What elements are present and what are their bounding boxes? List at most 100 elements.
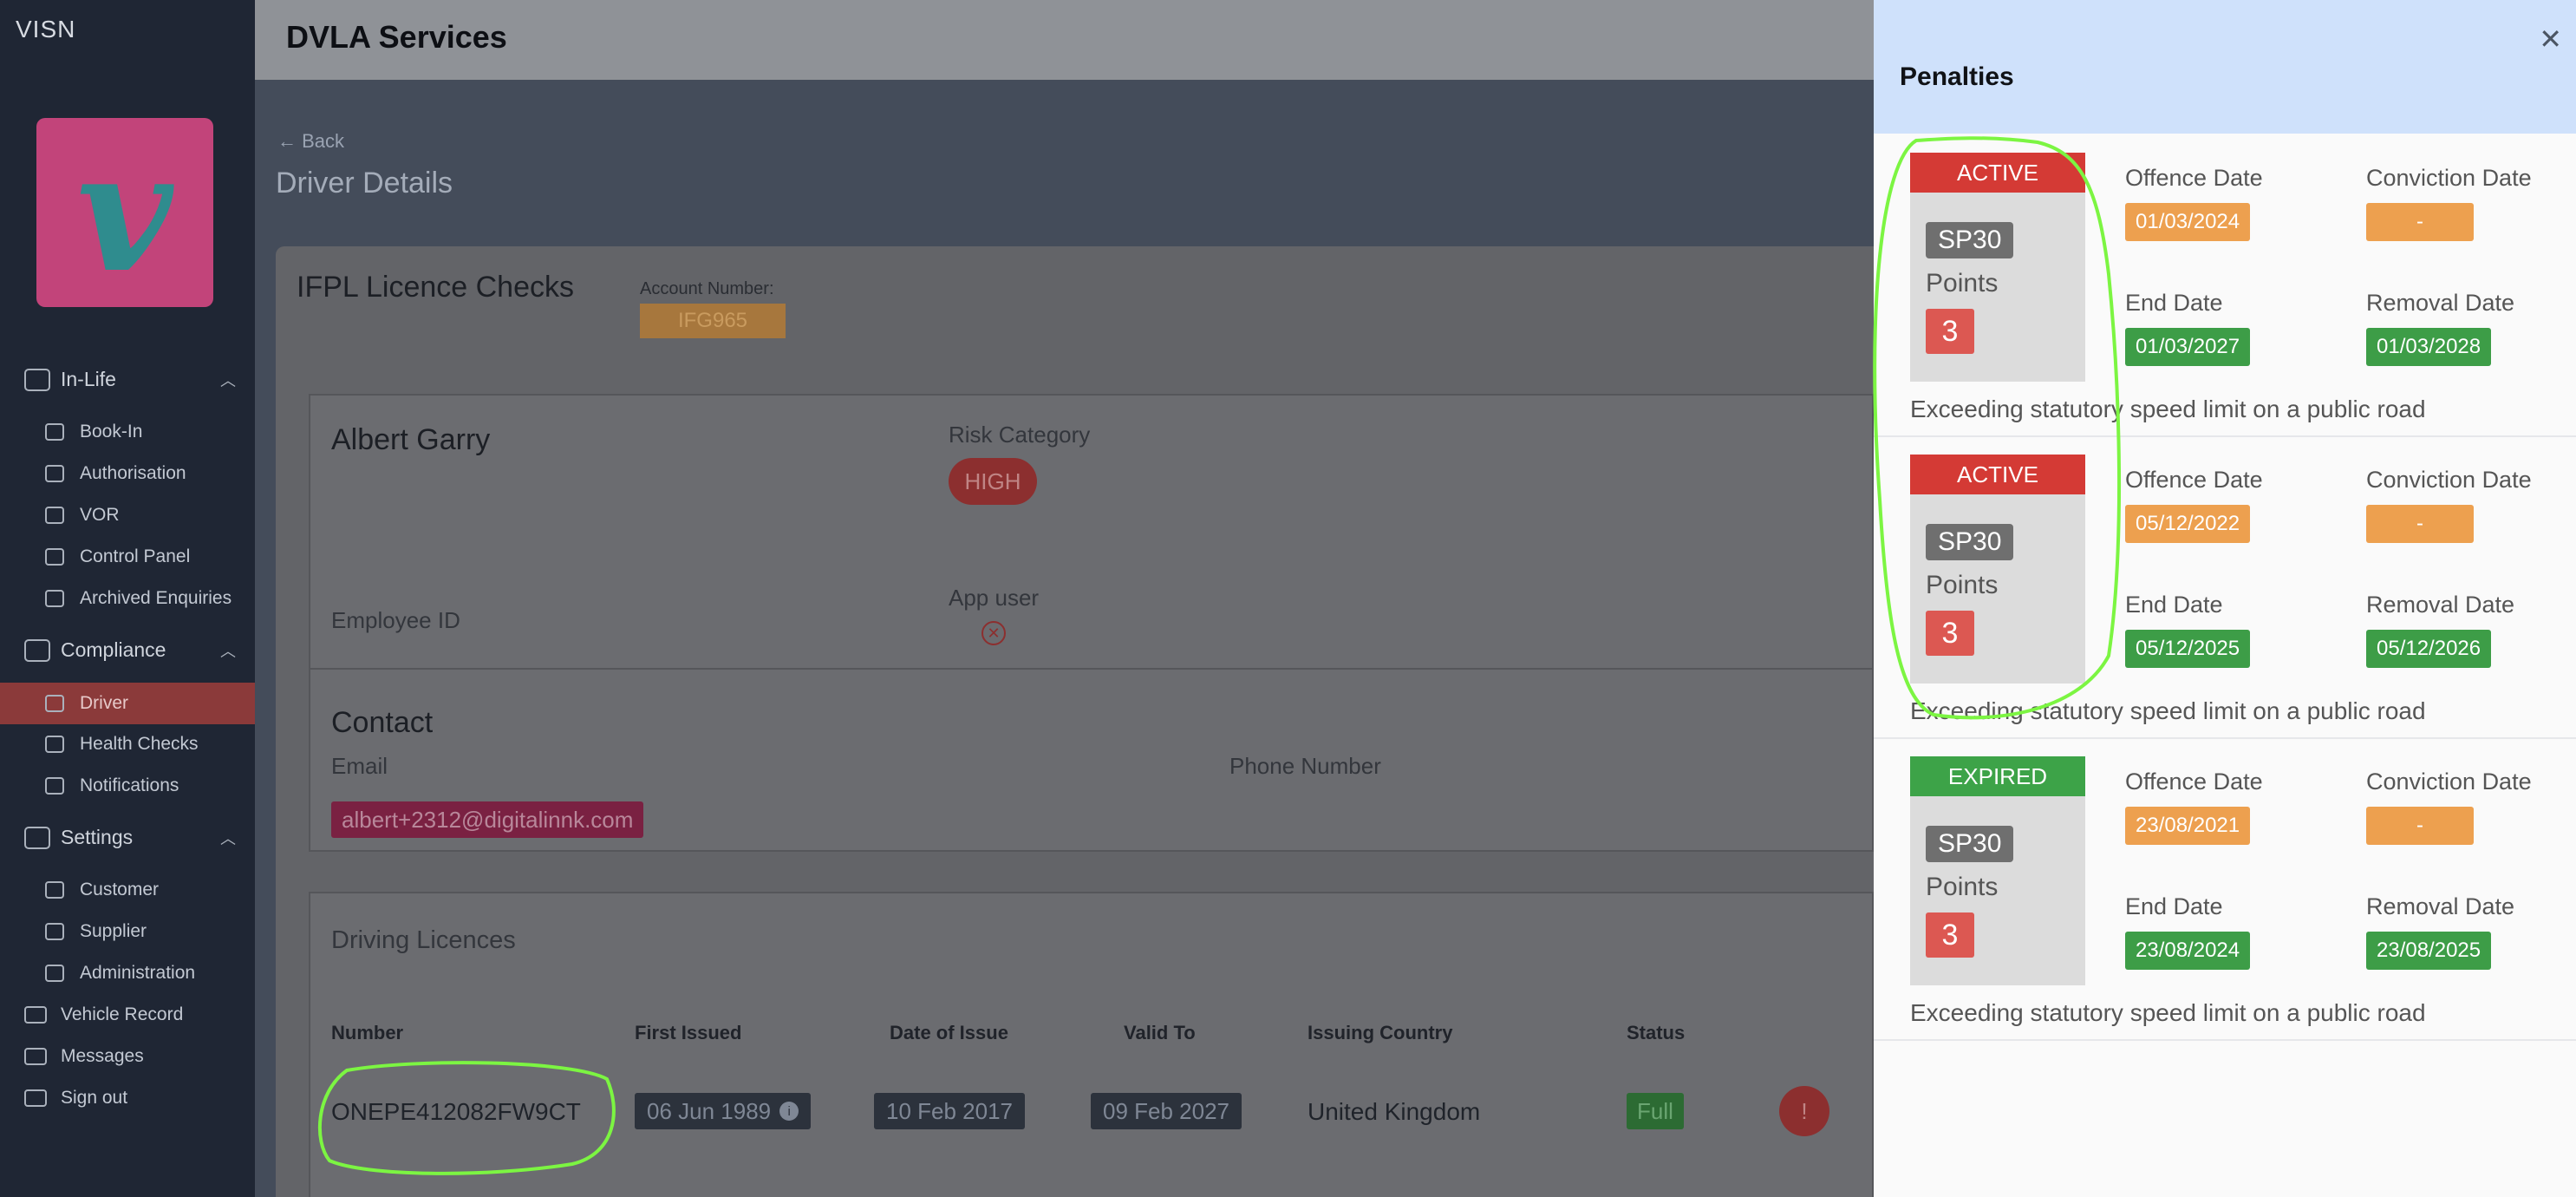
nav-group-in-life[interactable]: In-Life ︿ — [24, 368, 236, 391]
end-date-label: End Date — [2125, 893, 2223, 919]
column-header: Status — [1627, 1022, 1686, 1043]
sidebar-item-customer[interactable]: Customer — [45, 880, 255, 900]
column-header: Valid To — [1124, 1022, 1196, 1043]
penalty-code: SP30 — [1926, 826, 2014, 862]
penalty-status-badge: ACTIVE — [1910, 455, 2085, 494]
sidebar-item-driver[interactable]: Driver — [0, 683, 255, 724]
settings-icon — [24, 826, 50, 849]
conviction-date-value: - — [2366, 807, 2474, 845]
sidebar-item-label: Messages — [61, 1046, 144, 1066]
end-date-label: End Date — [2125, 290, 2223, 316]
removal-date-label: Removal Date — [2366, 290, 2515, 316]
page-title: Driver Details — [276, 167, 453, 200]
sign-out-icon — [24, 1089, 47, 1107]
account-number-label: Account Number: — [640, 279, 774, 298]
driver-panel: Albert Garry Risk Category HIGH Employee… — [309, 394, 1874, 670]
sidebar-item-book-in[interactable]: Book-In — [45, 422, 255, 442]
sidebar-item-label: VOR — [80, 505, 120, 525]
risk-category-label: Risk Category — [949, 422, 1091, 448]
gear-icon — [45, 965, 64, 982]
issuing-country: United Kingdom — [1308, 1098, 1481, 1125]
email-label: Email — [331, 753, 388, 779]
sidebar-item-label: Driver — [80, 693, 128, 713]
penalty-status-badge: EXPIRED — [1910, 756, 2085, 796]
close-circle-icon: ✕ — [981, 621, 1006, 645]
sidebar-item-health-checks[interactable]: Health Checks — [45, 734, 255, 755]
sidebar-item-vor[interactable]: VOR — [45, 505, 255, 526]
back-link[interactable]: ← Back — [277, 130, 344, 153]
nav-group-settings[interactable]: Settings ︿ — [24, 826, 236, 849]
nav-group-label: In-Life — [61, 368, 116, 390]
info-icon[interactable]: i — [779, 1102, 799, 1121]
points-value: 3 — [1926, 611, 1974, 656]
contact-title: Contact — [331, 706, 434, 739]
penalties-alert-button[interactable]: ! — [1779, 1086, 1829, 1136]
sidebar-item-supplier[interactable]: Supplier — [45, 921, 255, 942]
conviction-date-value: - — [2366, 203, 2474, 241]
penalty-code: SP30 — [1926, 524, 2014, 560]
licence-number: ONEPE412082FW9CT — [331, 1098, 581, 1125]
sidebar-item-authorisation[interactable]: Authorisation — [45, 463, 255, 484]
card-title: IFPL Licence Checks — [297, 271, 574, 304]
sidebar-item-vehicle-record[interactable]: Vehicle Record — [24, 1004, 183, 1025]
drawer-title: Penalties — [1900, 62, 2014, 91]
penalty-summary: ACTIVE SP30 Points 3 — [1910, 153, 2085, 382]
sidebar: VISN v In-Life ︿ Book-In Authorisation V… — [0, 0, 255, 1197]
sidebar-item-label: Notifications — [80, 775, 179, 795]
penalties-drawer: Penalties ✕ ACTIVE SP30 Points 3 Offence… — [1874, 0, 2576, 1197]
conviction-date-label: Conviction Date — [2366, 769, 2532, 795]
app-title: DVLA Services — [286, 19, 507, 55]
first-issued-chip: 06 Jun 1989 i — [635, 1093, 812, 1129]
sidebar-item-administration[interactable]: Administration — [45, 963, 255, 984]
archive-icon — [45, 590, 64, 607]
company-logo: v — [36, 118, 213, 307]
removal-date-label: Removal Date — [2366, 592, 2515, 618]
sidebar-item-label: Administration — [80, 963, 196, 983]
sidebar-item-messages[interactable]: Messages — [24, 1046, 144, 1067]
chevron-up-icon: ︿ — [220, 829, 236, 847]
employee-id-label: Employee ID — [331, 607, 460, 633]
removal-date-value: 05/12/2026 — [2366, 630, 2492, 668]
driver-name: Albert Garry — [331, 423, 491, 456]
penalty-status-badge: ACTIVE — [1910, 153, 2085, 193]
sidebar-item-archived-enquiries[interactable]: Archived Enquiries — [45, 588, 255, 609]
main-content: ← Back Driver Details IFPL Licence Check… — [255, 80, 1874, 1197]
sidebar-item-label: Sign out — [61, 1088, 128, 1108]
offence-date-value: 01/03/2024 — [2125, 203, 2251, 241]
sidebar-item-notifications[interactable]: Notifications — [45, 775, 255, 796]
chevron-up-icon: ︿ — [220, 371, 236, 389]
app-user-label: App user — [949, 585, 1040, 611]
brand-name: VISN — [16, 16, 76, 43]
chevron-up-icon: ︿ — [220, 642, 236, 660]
date-of-issue-chip: 10 Feb 2017 — [874, 1093, 1026, 1129]
contact-panel: Contact Email albert+2312@digitalinnk.co… — [309, 668, 1874, 852]
sidebar-item-sign-out[interactable]: Sign out — [24, 1088, 127, 1109]
nav-group-compliance[interactable]: Compliance ︿ — [24, 638, 236, 662]
penalty-code: SP30 — [1926, 222, 2014, 258]
close-icon[interactable]: ✕ — [2539, 23, 2562, 56]
nav-group-label: Compliance — [61, 638, 166, 661]
sidebar-item-label: Health Checks — [80, 734, 199, 754]
offence-date-label: Offence Date — [2125, 467, 2263, 493]
sidebar-item-label: Authorisation — [80, 463, 186, 483]
conviction-date-label: Conviction Date — [2366, 165, 2532, 191]
removal-date-label: Removal Date — [2366, 893, 2515, 919]
sidebar-item-label: Supplier — [80, 921, 147, 941]
sidebar-item-label: Vehicle Record — [61, 1004, 184, 1024]
penalty-item: EXPIRED SP30 Points 3 Offence Date 23/08… — [1874, 739, 2576, 1041]
sidebar-item-control-panel[interactable]: Control Panel — [45, 546, 255, 567]
car-icon — [24, 1006, 47, 1024]
sidebar-item-label: Control Panel — [80, 546, 191, 566]
removal-date-value: 23/08/2025 — [2366, 932, 2492, 970]
phone-number-label: Phone Number — [1229, 753, 1381, 779]
message-icon — [24, 1048, 47, 1065]
removal-date-value: 01/03/2028 — [2366, 328, 2492, 366]
calendar-clock-icon — [45, 507, 64, 524]
column-header: Date of Issue — [890, 1022, 1008, 1043]
top-header: DVLA Services — [255, 0, 1874, 80]
penalty-summary: ACTIVE SP30 Points 3 — [1910, 455, 2085, 684]
offence-date-label: Offence Date — [2125, 165, 2263, 191]
email-value[interactable]: albert+2312@digitalinnk.com — [331, 801, 644, 838]
drawer-header: Penalties ✕ — [1874, 0, 2576, 134]
gauge-icon — [45, 465, 64, 482]
